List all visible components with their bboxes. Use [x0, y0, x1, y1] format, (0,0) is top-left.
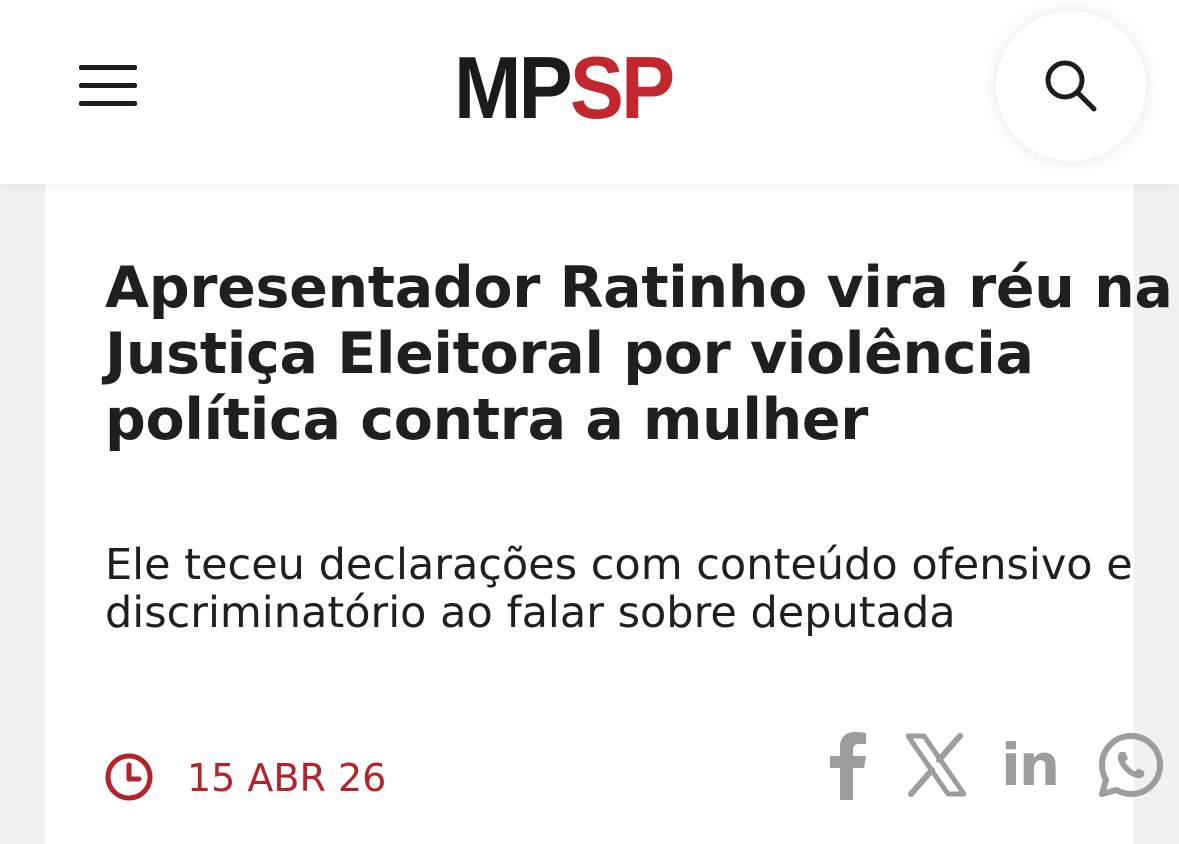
menu-bar [79, 101, 137, 106]
article-subtitle: Ele teceu declarações com conteúdo ofens… [105, 540, 1133, 638]
facebook-icon [830, 732, 866, 800]
share-whatsapp-button[interactable] [1096, 730, 1166, 800]
search-button[interactable] [996, 11, 1146, 161]
article-headline: Apresentador Ratinho vira réu na Justiça… [105, 255, 1173, 453]
linkedin-icon: in [1001, 731, 1060, 799]
share-x-button[interactable] [905, 730, 967, 800]
menu-bar [79, 83, 137, 88]
logo-sp: SP [569, 38, 675, 137]
share-linkedin-button[interactable]: in [1001, 730, 1067, 800]
mpsp-logo[interactable]: MPSP [454, 44, 675, 132]
clock-icon [105, 753, 153, 801]
date-text: 15 ABR 26 [187, 756, 387, 800]
menu-bar [79, 65, 137, 70]
share-facebook-button[interactable] [828, 730, 870, 800]
hamburger-menu-icon[interactable] [66, 48, 150, 124]
logo-mp: MP [454, 38, 573, 137]
whatsapp-icon [1099, 733, 1163, 797]
site-header: MPSP [0, 0, 1179, 184]
x-icon [905, 733, 967, 797]
search-icon [1045, 60, 1097, 112]
